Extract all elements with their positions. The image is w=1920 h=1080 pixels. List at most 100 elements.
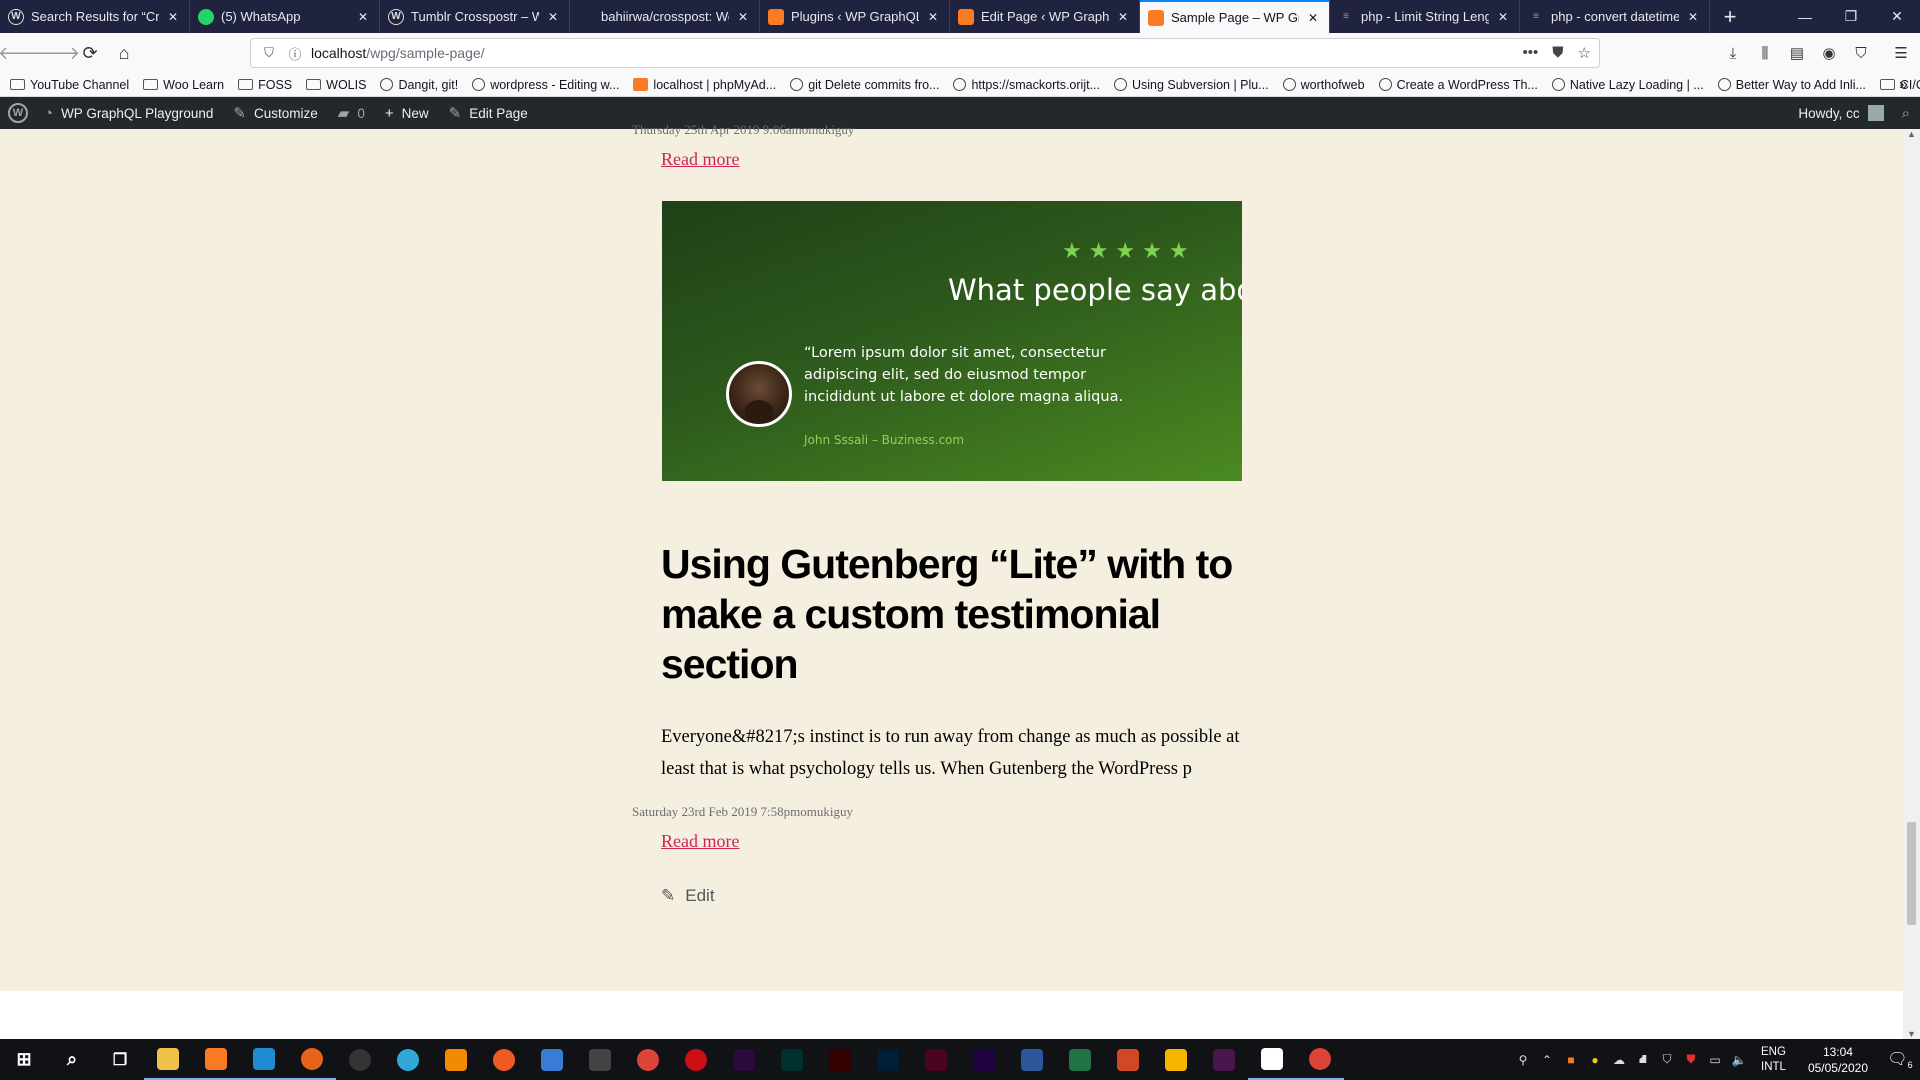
antivirus-icon[interactable]: ⛊ (1679, 1052, 1703, 1067)
bookmark-item[interactable]: Native Lazy Loading | ... (1551, 78, 1704, 92)
task-view-icon[interactable]: ❐ (96, 1039, 144, 1080)
bookmark-star-icon[interactable]: ☆ (1578, 44, 1591, 62)
tray-app-icon[interactable]: ● (1583, 1053, 1607, 1067)
avatar[interactable] (1867, 105, 1884, 121)
browser-tab[interactable]: Edit Page ‹ WP GraphQL ✕ (950, 0, 1140, 33)
word-icon[interactable] (1008, 1039, 1056, 1080)
bookmark-item[interactable]: worthofweb (1282, 78, 1365, 92)
search-icon[interactable]: ⌕ (1902, 105, 1910, 122)
bookmark-item[interactable]: wordpress - Editing w... (472, 78, 619, 92)
chevron-up-icon[interactable]: ⌃ (1535, 1053, 1559, 1067)
edge-icon[interactable] (384, 1039, 432, 1080)
browser-tab[interactable]: W Tumblr Crosspostr – Wo ✕ (380, 0, 570, 33)
airplane-app-icon[interactable] (528, 1039, 576, 1080)
calculator-icon[interactable] (576, 1039, 624, 1080)
vertical-scrollbar[interactable]: ▲ ▼ (1903, 129, 1920, 1039)
bookmark-item[interactable]: Create a WordPress Th... (1378, 78, 1538, 92)
minimize-icon[interactable]: — (1782, 0, 1828, 33)
search-icon[interactable]: ⌕ (48, 1039, 96, 1080)
cloud-icon[interactable]: ☁ (1607, 1053, 1631, 1067)
close-icon[interactable]: ✕ (1685, 10, 1701, 24)
bookmark-item[interactable]: FOSS (238, 78, 292, 92)
audition-icon[interactable] (768, 1039, 816, 1080)
close-icon[interactable]: ✕ (545, 10, 561, 24)
scroll-up-icon[interactable]: ▲ (1903, 129, 1920, 139)
obs-icon[interactable] (336, 1039, 384, 1080)
reload-icon[interactable]: ⟳ (74, 37, 106, 69)
premiere-icon[interactable] (720, 1039, 768, 1080)
browser-tab[interactable]: ≡ php - convert datetime t ✕ (1520, 0, 1710, 33)
bookmark-item[interactable]: Woo Learn (143, 78, 224, 92)
close-icon[interactable]: ✕ (925, 10, 941, 24)
read-more-link[interactable]: Read more (661, 149, 739, 170)
network-icon[interactable]: ▭ (1703, 1053, 1727, 1067)
bookmark-item[interactable]: https://smackorts.orijt... (953, 78, 1100, 92)
account-icon[interactable]: ◉ (1818, 37, 1840, 69)
chrome-icon-2[interactable] (1296, 1039, 1344, 1080)
notes-icon[interactable] (1248, 1039, 1296, 1080)
page-actions-icon[interactable]: ••• (1523, 44, 1539, 62)
firefox-icon[interactable] (288, 1039, 336, 1080)
menu-icon[interactable]: ☰ (1890, 37, 1912, 69)
edit-post-link[interactable]: ✎ Edit (661, 886, 715, 906)
chrome-icon[interactable] (624, 1039, 672, 1080)
restore-icon[interactable]: ❐ (1828, 0, 1874, 33)
sticky-app-icon[interactable] (1152, 1039, 1200, 1080)
notifications-icon[interactable]: 🗨6 (1880, 1049, 1920, 1070)
bookmark-item[interactable]: WOLIS (306, 78, 366, 92)
info-icon[interactable]: ⓘ (285, 44, 305, 63)
bookmark-item[interactable]: Better Way to Add Inli... (1717, 78, 1866, 92)
library-icon[interactable]: ⫼ (1754, 37, 1776, 69)
scrollbar-thumb[interactable] (1907, 822, 1916, 925)
new-content-link[interactable]: + New (375, 97, 439, 129)
bookmark-item[interactable]: git Delete commits fro... (790, 78, 939, 92)
pocket-icon[interactable]: ⛊ (1552, 44, 1563, 62)
forward-icon[interactable]: 🡒 (32, 37, 80, 69)
excel-icon[interactable] (1056, 1039, 1104, 1080)
file-explorer-icon[interactable] (144, 1039, 192, 1080)
bookmark-item[interactable]: Dangit, git! (380, 78, 458, 92)
browser-tab[interactable]: bahiirwa/crosspost: Wor ✕ (570, 0, 760, 33)
comments-link[interactable]: ▰ 0 (328, 97, 375, 129)
vlc-icon[interactable] (432, 1039, 480, 1080)
photoshop-icon[interactable] (864, 1039, 912, 1080)
volume-icon[interactable]: 🔈 (1727, 1053, 1751, 1067)
slack-icon[interactable] (1200, 1039, 1248, 1080)
downloads-icon[interactable]: ⤓ (1722, 37, 1744, 69)
vscode-icon[interactable] (240, 1039, 288, 1080)
bookmark-item[interactable]: YouTube Channel (10, 78, 129, 92)
scroll-down-icon[interactable]: ▼ (1903, 1029, 1920, 1039)
new-tab-button[interactable]: + (1710, 0, 1750, 33)
browser-tab[interactable]: W Search Results for “Cros ✕ (0, 0, 190, 33)
post-title[interactable]: Using Gutenberg “Lite” with to make a cu… (661, 539, 1261, 689)
edit-page-link[interactable]: ✎ Edit Page (439, 97, 538, 129)
tray-app-icon[interactable]: ⛘ (1631, 1052, 1655, 1068)
people-icon[interactable]: ⚲ (1511, 1053, 1535, 1067)
browser-tab[interactable]: (5) WhatsApp ✕ (190, 0, 380, 33)
browser-tab[interactable]: Sample Page – WP Graph ✕ (1140, 0, 1330, 33)
xampp-tray-icon[interactable]: ■ (1559, 1053, 1583, 1067)
powerpoint-icon[interactable] (1104, 1039, 1152, 1080)
bookmark-item[interactable]: Using Subversion | Plu... (1114, 78, 1269, 92)
customize-link[interactable]: ✎ Customize (223, 97, 327, 129)
wordpress-logo-icon[interactable]: W (8, 103, 28, 123)
indesign-icon[interactable] (912, 1039, 960, 1080)
close-icon[interactable]: ✕ (1305, 11, 1321, 25)
howdy-link[interactable]: Howdy, cc (1798, 106, 1859, 121)
sidebar-icon[interactable]: ▤ (1786, 37, 1808, 69)
browser-tab[interactable]: ≡ php - Limit String Length ✕ (1330, 0, 1520, 33)
bookmark-item[interactable]: localhost | phpMyAd... (633, 78, 776, 92)
read-more-link[interactable]: Read more (661, 831, 739, 852)
close-icon[interactable]: ✕ (1115, 10, 1131, 24)
close-window-icon[interactable]: ✕ (1874, 0, 1920, 33)
postman-icon[interactable] (480, 1039, 528, 1080)
site-name-link[interactable]: ◔ WP GraphQL Playground (34, 97, 223, 129)
language-indicator[interactable]: ENG INTL (1761, 1045, 1786, 1075)
browser-tab[interactable]: Plugins ‹ WP GraphQL P ✕ (760, 0, 950, 33)
clock[interactable]: 13:04 05/05/2020 (1808, 1044, 1868, 1076)
close-icon[interactable]: ✕ (165, 10, 181, 24)
extension-icon[interactable]: ⛉ (1850, 37, 1872, 69)
close-icon[interactable]: ✕ (735, 10, 751, 24)
close-icon[interactable]: ✕ (355, 10, 371, 24)
xampp-icon[interactable] (192, 1039, 240, 1080)
